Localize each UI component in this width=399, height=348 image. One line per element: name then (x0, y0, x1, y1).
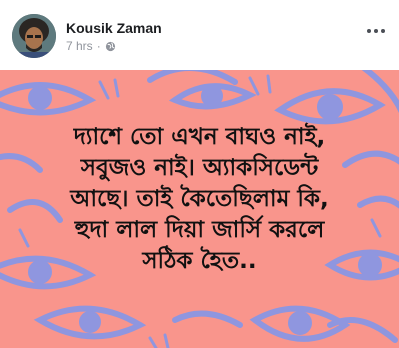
author-name[interactable]: Kousik Zaman (66, 20, 162, 36)
post-text-line: হুদা লাল দিয়া জার্সি করলে (74, 217, 325, 243)
post-time[interactable]: 7 hrs (66, 39, 93, 53)
post-text-line: আছে। তাই কৈতেছিলাম কি, (70, 186, 329, 212)
avatar[interactable] (12, 14, 56, 58)
more-options-icon[interactable] (363, 24, 389, 38)
globe-icon[interactable] (105, 41, 116, 52)
post-header: Kousik Zaman 7 hrs · (0, 0, 399, 70)
post-text-line: দ্যাশে তো এখন বাঘও নাই, (73, 124, 326, 150)
post-text-line: সঠিক হৈত.. (142, 248, 257, 274)
post-meta: 7 hrs · (66, 39, 116, 53)
post-text-line: সবুজও নাই। অ্যাকসিডেন্ট (80, 155, 319, 181)
post-text: দ্যাশে তো এখন বাঘও নাই, সবুজও নাই। অ্যাক… (0, 122, 399, 277)
dot-separator: · (96, 39, 101, 53)
post-image[interactable]: দ্যাশে তো এখন বাঘও নাই, সবুজও নাই। অ্যাক… (0, 70, 399, 348)
